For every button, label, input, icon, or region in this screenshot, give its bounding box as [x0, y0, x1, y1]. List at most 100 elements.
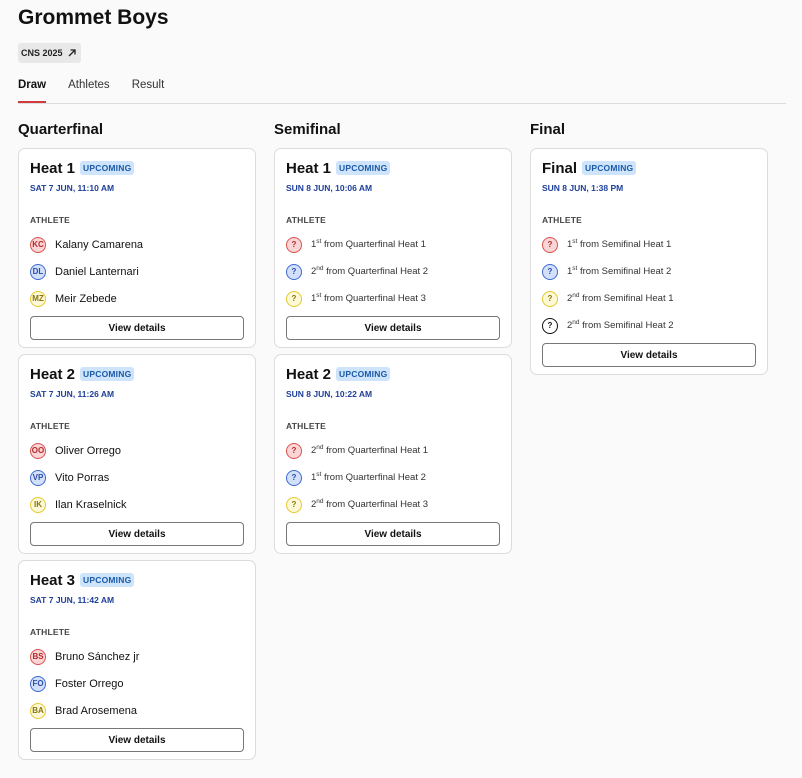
athlete-row: ? 2nd from Quarterfinal Heat 1 — [286, 437, 500, 464]
athlete-row: ? 1st from Semifinal Heat 1 — [542, 231, 756, 258]
heat-time: SAT 7 JUN, 11:42 AM — [30, 595, 115, 605]
heat-time: SAT 7 JUN, 11:10 AM — [30, 183, 115, 193]
heat-name: Heat 3 — [30, 571, 76, 589]
quarterfinal-column: Quarterfinal Heat 1 UPCOMING SAT 7 JUN, … — [18, 120, 258, 766]
unknown-athlete-icon: ? — [286, 469, 302, 486]
heat-card: Heat 2 UPCOMING SAT 7 JUN, 11:26 AM ATHL… — [18, 354, 256, 554]
unknown-athlete-icon: ? — [286, 496, 302, 513]
heat-name: Heat 1 — [30, 159, 76, 177]
athlete-name: Vito Porras — [55, 471, 110, 484]
athlete-row: ? 1st from Quarterfinal Heat 1 — [286, 231, 500, 258]
heat-card: Heat 1 UPCOMING SUN 8 JUN, 10:06 AM ATHL… — [274, 148, 512, 348]
unknown-athlete-icon: ? — [286, 236, 302, 253]
unknown-athlete-icon: ? — [286, 442, 302, 459]
event-link-badge[interactable]: CNS 2025 — [18, 43, 81, 63]
heat-card: Heat 1 UPCOMING SAT 7 JUN, 11:10 AM ATHL… — [18, 148, 256, 348]
draw-columns: Quarterfinal Heat 1 UPCOMING SAT 7 JUN, … — [18, 120, 786, 766]
athlete-row: BS Bruno Sánchez jr — [30, 643, 244, 670]
athlete-row: DL Daniel Lanternari — [30, 258, 244, 285]
heat-card: Heat 3 UPCOMING SAT 7 JUN, 11:42 AM ATHL… — [18, 560, 256, 760]
view-details-button[interactable]: View details — [30, 522, 244, 546]
unknown-athlete-icon: ? — [542, 317, 558, 334]
athlete-row: VP Vito Porras — [30, 464, 244, 491]
tab-result[interactable]: Result — [132, 72, 165, 102]
status-badge: UPCOMING — [80, 367, 135, 381]
event-link-label: CNS 2025 — [21, 48, 63, 58]
athlete-row: OO Oliver Orrego — [30, 437, 244, 464]
avatar: IK — [30, 496, 46, 513]
tab-athletes[interactable]: Athletes — [68, 72, 110, 102]
view-details-button[interactable]: View details — [30, 728, 244, 752]
final-column: Final Final UPCOMING SUN 8 JUN, 1:38 PM … — [530, 120, 770, 766]
seed-source: 2nd from Quarterfinal Heat 3 — [311, 498, 429, 511]
page: Grommet Boys CNS 2025 Draw Athletes Resu… — [0, 0, 802, 766]
athlete-row: IK Ilan Kraselnick — [30, 491, 244, 518]
heat-time: SUN 8 JUN, 10:22 AM — [286, 389, 373, 399]
avatar: MZ — [30, 290, 46, 307]
avatar: DL — [30, 263, 46, 280]
round-title: Quarterfinal — [18, 121, 104, 138]
athlete-name: Brad Arosemena — [55, 704, 137, 717]
athlete-row: ? 1st from Quarterfinal Heat 3 — [286, 285, 500, 312]
unknown-athlete-icon: ? — [286, 290, 302, 307]
avatar: VP — [30, 469, 46, 486]
status-badge: UPCOMING — [80, 573, 135, 587]
avatar: KC — [30, 236, 46, 253]
tab-draw[interactable]: Draw — [18, 72, 47, 103]
athlete-label: ATHLETE — [30, 215, 70, 225]
athlete-label: ATHLETE — [30, 421, 70, 431]
semifinal-column: Semifinal Heat 1 UPCOMING SUN 8 JUN, 10:… — [274, 120, 514, 766]
athlete-row: MZ Meir Zebede — [30, 285, 244, 312]
view-details-button[interactable]: View details — [542, 343, 756, 367]
athlete-name: Meir Zebede — [55, 292, 117, 305]
seed-source: 1st from Quarterfinal Heat 3 — [311, 292, 426, 305]
heat-name: Heat 1 — [286, 159, 332, 177]
avatar: FO — [30, 675, 46, 692]
unknown-athlete-icon: ? — [542, 263, 558, 280]
heat-name: Heat 2 — [286, 365, 332, 383]
athlete-row: KC Kalany Camarena — [30, 231, 244, 258]
athlete-label: ATHLETE — [30, 627, 70, 637]
unknown-athlete-icon: ? — [542, 236, 558, 253]
seed-source: 2nd from Quarterfinal Heat 1 — [311, 444, 429, 457]
athlete-name: Ilan Kraselnick — [55, 498, 127, 511]
unknown-athlete-icon: ? — [286, 263, 302, 280]
seed-source: 2nd from Semifinal Heat 1 — [567, 292, 674, 305]
heat-time: SAT 7 JUN, 11:26 AM — [30, 389, 115, 399]
athlete-name: Daniel Lanternari — [55, 265, 139, 278]
athlete-row: FO Foster Orrego — [30, 670, 244, 697]
athlete-name: Kalany Camarena — [55, 238, 144, 251]
external-link-arrow-icon — [68, 49, 76, 57]
status-badge: UPCOMING — [80, 161, 135, 175]
seed-source: 2nd from Quarterfinal Heat 2 — [311, 265, 429, 278]
avatar: BS — [30, 648, 46, 665]
avatar: OO — [30, 442, 46, 459]
athlete-name: Bruno Sánchez jr — [55, 650, 140, 663]
status-badge: UPCOMING — [582, 161, 637, 175]
heat-card: Final UPCOMING SUN 8 JUN, 1:38 PM ATHLET… — [530, 148, 768, 375]
view-details-button[interactable]: View details — [30, 316, 244, 340]
view-details-button[interactable]: View details — [286, 522, 500, 546]
heat-name: Final — [542, 159, 578, 177]
heat-card: Heat 2 UPCOMING SUN 8 JUN, 10:22 AM ATHL… — [274, 354, 512, 554]
athlete-row: BA Brad Arosemena — [30, 697, 244, 724]
heat-time: SUN 8 JUN, 10:06 AM — [286, 183, 373, 193]
heat-time: SUN 8 JUN, 1:38 PM — [542, 183, 624, 193]
round-title: Semifinal — [274, 121, 341, 138]
athlete-name: Oliver Orrego — [55, 444, 122, 457]
view-details-button[interactable]: View details — [286, 316, 500, 340]
page-title: Grommet Boys — [18, 6, 169, 29]
avatar: BA — [30, 702, 46, 719]
round-title: Final — [530, 121, 566, 138]
athlete-row: ? 2nd from Quarterfinal Heat 2 — [286, 258, 500, 285]
seed-source: 1st from Semifinal Heat 2 — [567, 265, 672, 278]
tab-bar: Draw Athletes Result — [18, 72, 786, 104]
athlete-row: ? 2nd from Semifinal Heat 1 — [542, 285, 756, 312]
seed-source: 1st from Quarterfinal Heat 1 — [311, 238, 426, 251]
athlete-row: ? 1st from Quarterfinal Heat 2 — [286, 464, 500, 491]
seed-source: 2nd from Semifinal Heat 2 — [567, 319, 674, 332]
athlete-label: ATHLETE — [286, 215, 326, 225]
athlete-row: ? 1st from Semifinal Heat 2 — [542, 258, 756, 285]
heat-name: Heat 2 — [30, 365, 76, 383]
athlete-name: Foster Orrego — [55, 677, 124, 690]
